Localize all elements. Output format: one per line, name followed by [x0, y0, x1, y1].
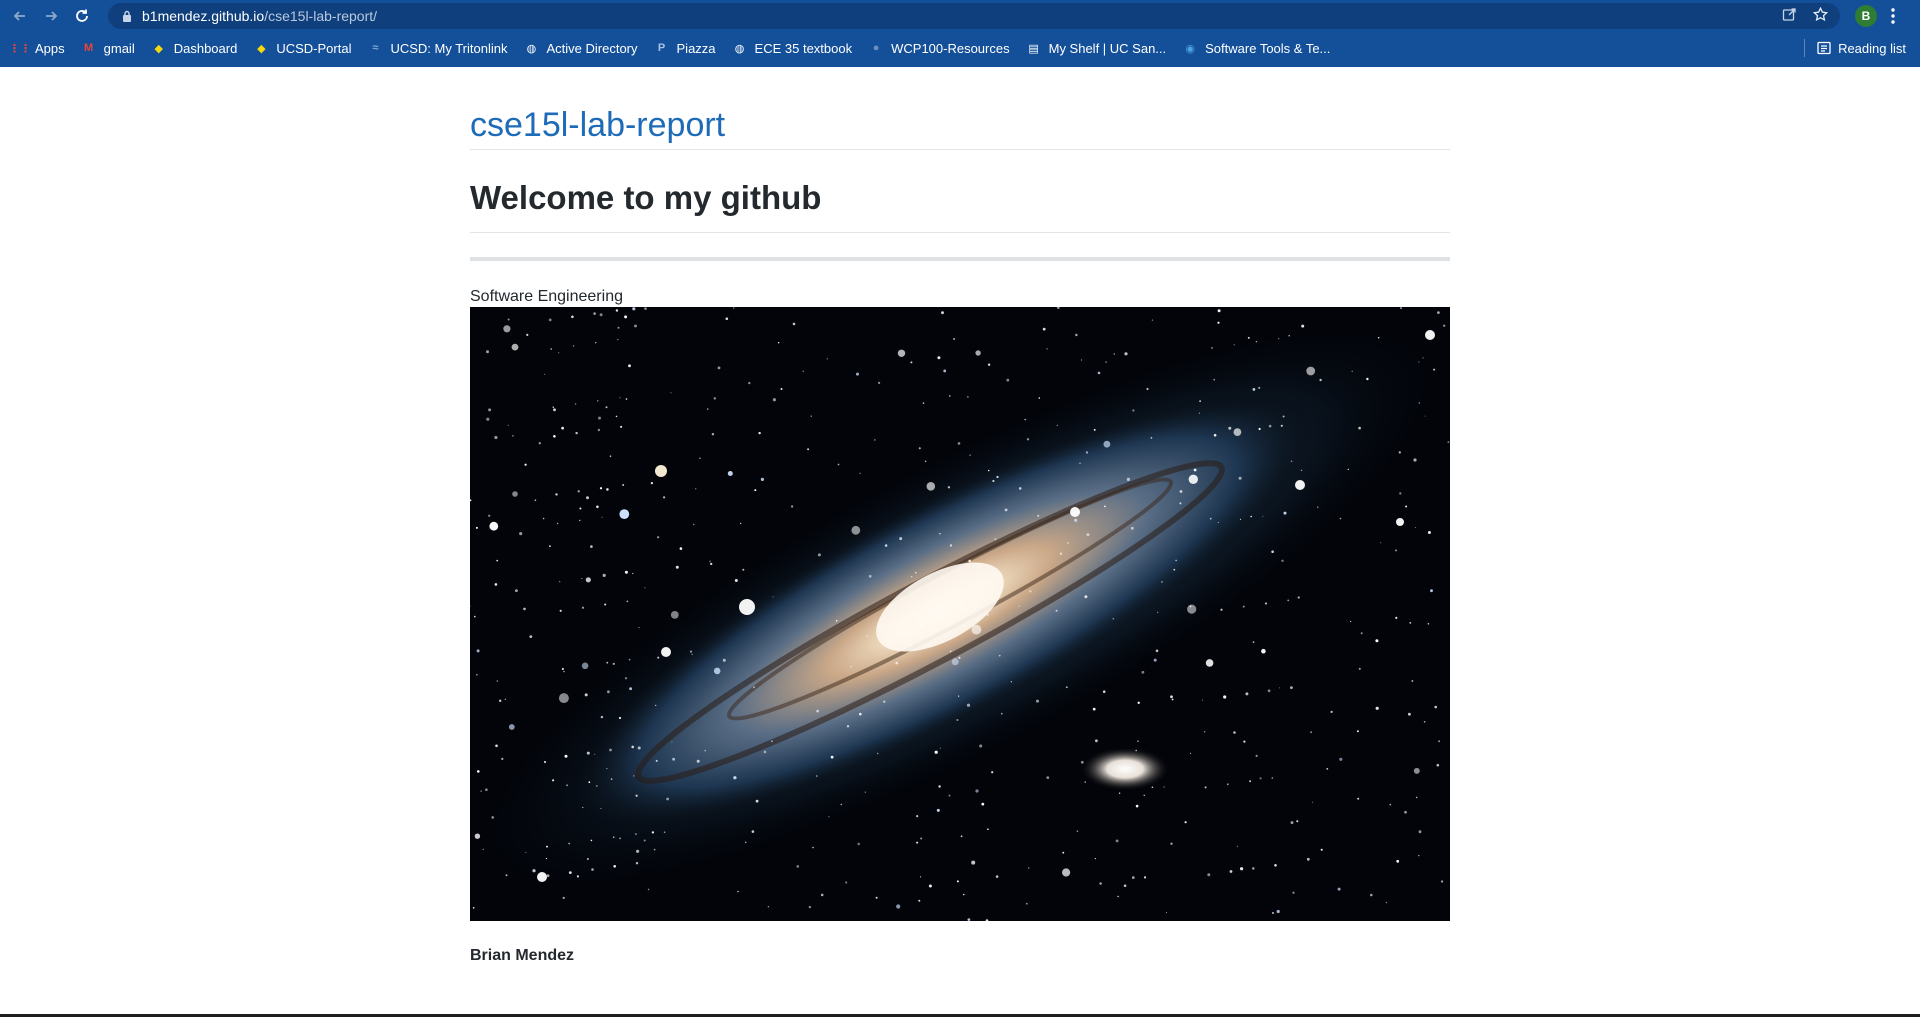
horizontal-rule [470, 257, 1450, 261]
forward-button[interactable] [40, 5, 62, 27]
bookmark-label: Piazza [676, 40, 716, 56]
share-icon[interactable] [1782, 7, 1797, 22]
url-host: b1mendez.github.io [142, 8, 265, 24]
author-name: Brian Mendez [470, 947, 575, 964]
page-content: cse15l-lab-report Welcome to my github S… [470, 67, 1450, 965]
bookmark-label: WCP100-Resources [891, 40, 1010, 56]
site-title-link[interactable]: cse15l-lab-report [470, 101, 1450, 149]
bookmark-label: UCSD: My Tritonlink [390, 40, 508, 56]
heading-underline [470, 232, 1450, 233]
wcp-icon: ● [872, 42, 880, 54]
bookmark-item[interactable]: ● WCP100-Resources [868, 40, 1010, 56]
reading-list-label: Reading list [1838, 40, 1906, 56]
page-heading: Welcome to my github [470, 179, 822, 216]
bookmark-item[interactable]: ▤ My Shelf | UC San... [1026, 40, 1167, 56]
bookmark-label: My Shelf | UC San... [1048, 40, 1167, 56]
galaxy-image [470, 307, 1450, 921]
header-divider [470, 149, 1450, 150]
reading-list-button[interactable]: Reading list [1804, 34, 1906, 62]
bookmarks-bar: ⋮⋮ Apps Mgmail ◆ Dashboard ◆ UCSD-Portal ≈ UCSD:… [0, 34, 1920, 62]
bookmark-item[interactable]: ◍ ECE 35 textbook [732, 40, 853, 56]
piazza-icon: P [657, 42, 666, 54]
star-icon[interactable] [1813, 7, 1828, 22]
bookmark-label: Apps [35, 40, 65, 56]
reload-icon [76, 9, 88, 22]
bookmark-label: Active Directory [546, 40, 638, 56]
bookmark-item[interactable]: ◉ Software Tools & Te... [1182, 40, 1330, 56]
gmail-icon: M [84, 42, 94, 54]
arrow-right-icon [46, 11, 58, 21]
globe-icon: ◍ [526, 42, 537, 55]
more-vert-icon[interactable] [1890, 6, 1896, 26]
tritonlink-icon: ≈ [372, 42, 379, 54]
bookmark-item[interactable]: ◍ Active Directory [523, 40, 638, 56]
url-path: /cse15l-lab-report/ [264, 8, 378, 24]
canvas-icon: ◆ [154, 42, 163, 55]
browser-toolbar: b1mendez.github.io /cse15l-lab-report/ B [0, 0, 1920, 32]
canvas-icon: ◆ [257, 42, 266, 55]
address-bar[interactable]: b1mendez.github.io /cse15l-lab-report/ [108, 3, 1840, 29]
bookmark-label: gmail [103, 40, 135, 56]
bookmark-item[interactable]: P Piazza [654, 40, 716, 56]
bookmark-label: ECE 35 textbook [754, 40, 853, 56]
bookmark-label: UCSD-Portal [276, 40, 352, 56]
bookmark-label: Dashboard [173, 40, 238, 56]
bookmark-item[interactable]: ⋮⋮ Apps [9, 40, 65, 56]
bookmark-label: Software Tools & Te... [1205, 40, 1331, 56]
back-button[interactable] [9, 5, 31, 27]
image-caption: Software Engineering [470, 288, 623, 305]
bookmark-divider [1804, 39, 1806, 57]
bookmark-item[interactable]: ◆ UCSD-Portal [253, 40, 351, 56]
globe-icon: ◍ [734, 42, 745, 55]
arrow-left-icon [13, 11, 25, 21]
lock-icon [123, 10, 131, 22]
browser-chrome: b1mendez.github.io /cse15l-lab-report/ B… [0, 0, 1920, 67]
earth-icon: ◉ [1185, 42, 1195, 55]
profile-avatar[interactable]: B [1855, 5, 1877, 27]
reload-button[interactable] [71, 5, 93, 27]
bookmark-item[interactable]: Mgmail [81, 40, 135, 56]
bookmark-item[interactable]: ◆ Dashboard [151, 40, 238, 56]
bookmark-item[interactable]: ≈ UCSD: My Tritonlink [367, 40, 507, 56]
document-icon: ▤ [1028, 42, 1039, 55]
reading-list-icon [1817, 41, 1831, 55]
profile-initial: B [1861, 9, 1871, 23]
apps-grid-icon: ⋮⋮ [9, 42, 31, 55]
